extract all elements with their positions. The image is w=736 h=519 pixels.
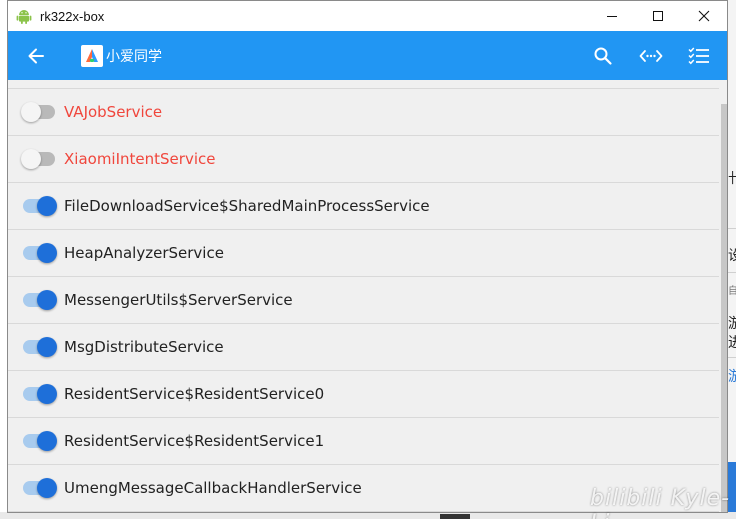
service-name: FileDownloadService$SharedMainProcessSer…	[64, 197, 430, 215]
code-icon	[639, 49, 663, 62]
service-row[interactable]: ResidentService$ResidentService0	[8, 371, 719, 418]
service-name: UmengMessageCallbackHandlerService	[64, 479, 362, 497]
app-bar: 小爱同学	[8, 31, 727, 80]
search-button[interactable]	[579, 31, 627, 80]
xiaoai-logo-icon	[86, 48, 98, 62]
close-button[interactable]	[681, 1, 727, 31]
desktop: 卄 设 自 游 进 游 rk322x-box 小爱同学 VAJobService…	[0, 0, 736, 519]
service-name: VAJobService	[64, 103, 163, 121]
background-text: 游	[728, 369, 736, 385]
maximize-icon	[653, 11, 663, 21]
android-icon	[16, 8, 32, 24]
background-divider	[728, 228, 736, 229]
emulator-window: rk322x-box 小爱同学 VAJobService XiaomiInten…	[7, 0, 728, 513]
background-divider	[728, 272, 736, 273]
service-name: XiaomiIntentService	[64, 150, 216, 168]
arrow-left-icon	[28, 48, 44, 63]
background-text: 自	[728, 286, 736, 297]
window-title: rk322x-box	[40, 8, 105, 24]
service-name: ResidentService$ResidentService0	[64, 385, 325, 403]
background-text: 进	[728, 335, 736, 351]
scrollbar-thumb[interactable]	[721, 104, 727, 512]
service-toggle[interactable]	[21, 384, 57, 404]
minimize-icon	[607, 16, 617, 17]
app-name: 小爱同学	[106, 48, 162, 65]
watermark: bilibili Kyle-Li	[590, 486, 731, 519]
close-icon	[698, 10, 710, 22]
background-divider	[728, 357, 736, 358]
service-row[interactable]: MessengerUtils$ServerService	[8, 277, 719, 324]
scrollbar[interactable]	[719, 80, 727, 512]
background-text: 设	[728, 248, 736, 264]
checklist-button[interactable]	[675, 31, 723, 80]
service-row[interactable]: ResidentService$ResidentService1	[8, 418, 719, 465]
checklist-icon	[688, 46, 709, 64]
service-name: HeapAnalyzerService	[64, 244, 224, 262]
service-toggle[interactable]	[21, 337, 57, 357]
service-toggle[interactable]	[21, 243, 57, 263]
list-top-edge	[8, 80, 719, 89]
background-text: 卄	[728, 171, 736, 187]
app-logo	[81, 44, 103, 67]
service-name: MessengerUtils$ServerService	[64, 291, 293, 309]
minimize-button[interactable]	[589, 1, 635, 31]
service-toggle[interactable]	[21, 478, 57, 498]
service-name: ResidentService$ResidentService1	[64, 432, 325, 450]
service-row[interactable]: FileDownloadService$SharedMainProcessSer…	[8, 183, 719, 230]
back-button[interactable]	[14, 31, 58, 80]
service-row[interactable]: MsgDistributeService	[8, 324, 719, 371]
code-button[interactable]	[627, 31, 675, 80]
service-toggle[interactable]	[21, 431, 57, 451]
service-toggle[interactable]	[21, 102, 57, 122]
search-icon	[594, 47, 612, 65]
title-bar[interactable]: rk322x-box	[8, 1, 727, 31]
background-text: 游	[728, 316, 736, 332]
service-row[interactable]: HeapAnalyzerService	[8, 230, 719, 277]
service-list[interactable]: VAJobService XiaomiIntentService FileDow…	[8, 80, 719, 512]
service-toggle[interactable]	[21, 290, 57, 310]
service-name: MsgDistributeService	[64, 338, 224, 356]
service-row[interactable]: XiaomiIntentService	[8, 136, 719, 183]
maximize-button[interactable]	[635, 1, 681, 31]
service-toggle[interactable]	[21, 196, 57, 216]
service-row[interactable]: VAJobService	[8, 89, 719, 136]
service-toggle[interactable]	[21, 149, 57, 169]
